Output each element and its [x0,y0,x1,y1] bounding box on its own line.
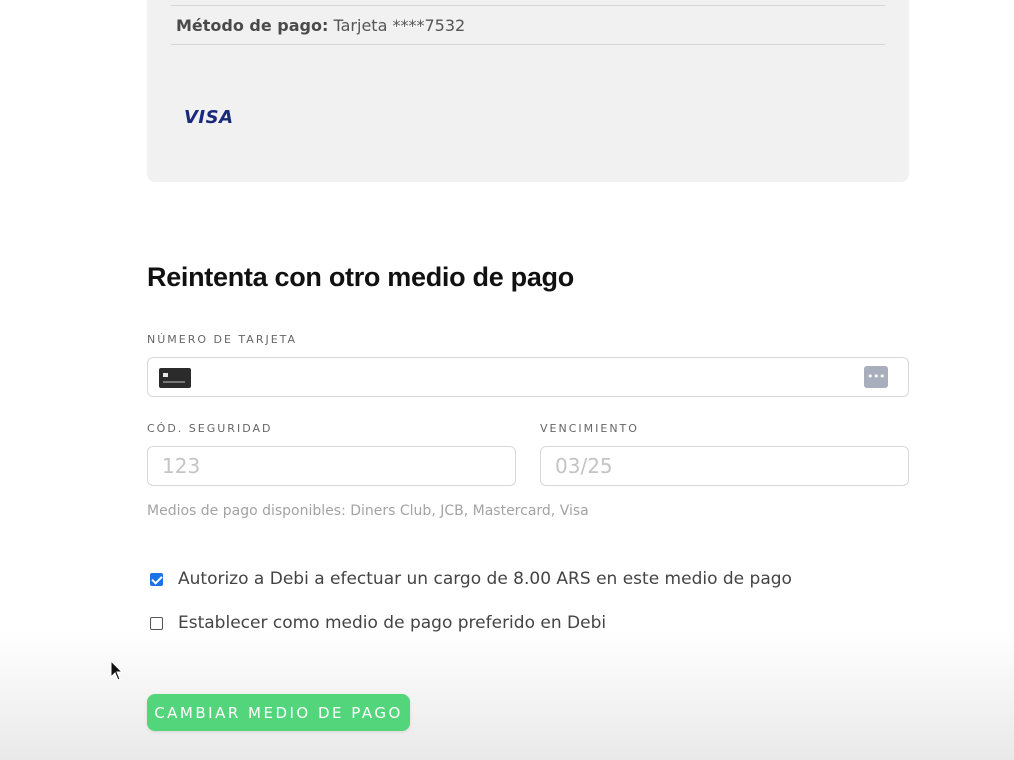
security-code-input[interactable] [162,447,456,485]
page: Método de pago: Tarjeta ****7532 VISA Re… [0,0,1014,760]
payment-method-value: Tarjeta ****7532 [333,16,466,35]
expiration-field[interactable] [540,446,909,486]
card-number-field[interactable]: ••• [147,357,909,397]
payment-summary-card: Método de pago: Tarjeta ****7532 VISA [147,0,909,182]
preferred-method-row[interactable]: Establecer como medio de pago preferido … [150,613,606,633]
authorize-charge-label[interactable]: Autorizo a Debi a efectuar un cargo de 8… [178,569,792,589]
change-payment-method-button[interactable]: CAMBIAR MEDIO DE PAGO [147,694,410,731]
authorize-charge-checkbox[interactable] [150,572,163,586]
card-number-label: NÚMERO DE TARJETA [147,333,298,346]
summary-divider [171,5,885,6]
payment-method-label: Método de pago: [176,16,329,35]
credit-card-icon [159,368,191,388]
visa-logo: VISA [184,107,234,128]
preferred-method-label[interactable]: Establecer como medio de pago preferido … [178,613,606,633]
preferred-method-checkbox[interactable] [150,616,163,630]
security-code-label: CÓD. SEGURIDAD [147,422,273,435]
available-payment-methods: Medios de pago disponibles: Diners Club,… [147,503,589,519]
authorize-charge-row[interactable]: Autorizo a Debi a efectuar un cargo de 8… [150,569,792,589]
retry-section-title: Reintenta con otro medio de pago [147,262,574,292]
expiration-input[interactable] [555,447,849,485]
cvc-dots-icon: ••• [864,366,888,388]
mouse-pointer-icon [110,660,124,681]
summary-divider [171,44,885,45]
security-code-field[interactable] [147,446,516,486]
card-number-input[interactable] [200,358,808,396]
payment-method-row: Método de pago: Tarjeta ****7532 [176,16,465,35]
expiration-label: VENCIMIENTO [540,422,639,435]
